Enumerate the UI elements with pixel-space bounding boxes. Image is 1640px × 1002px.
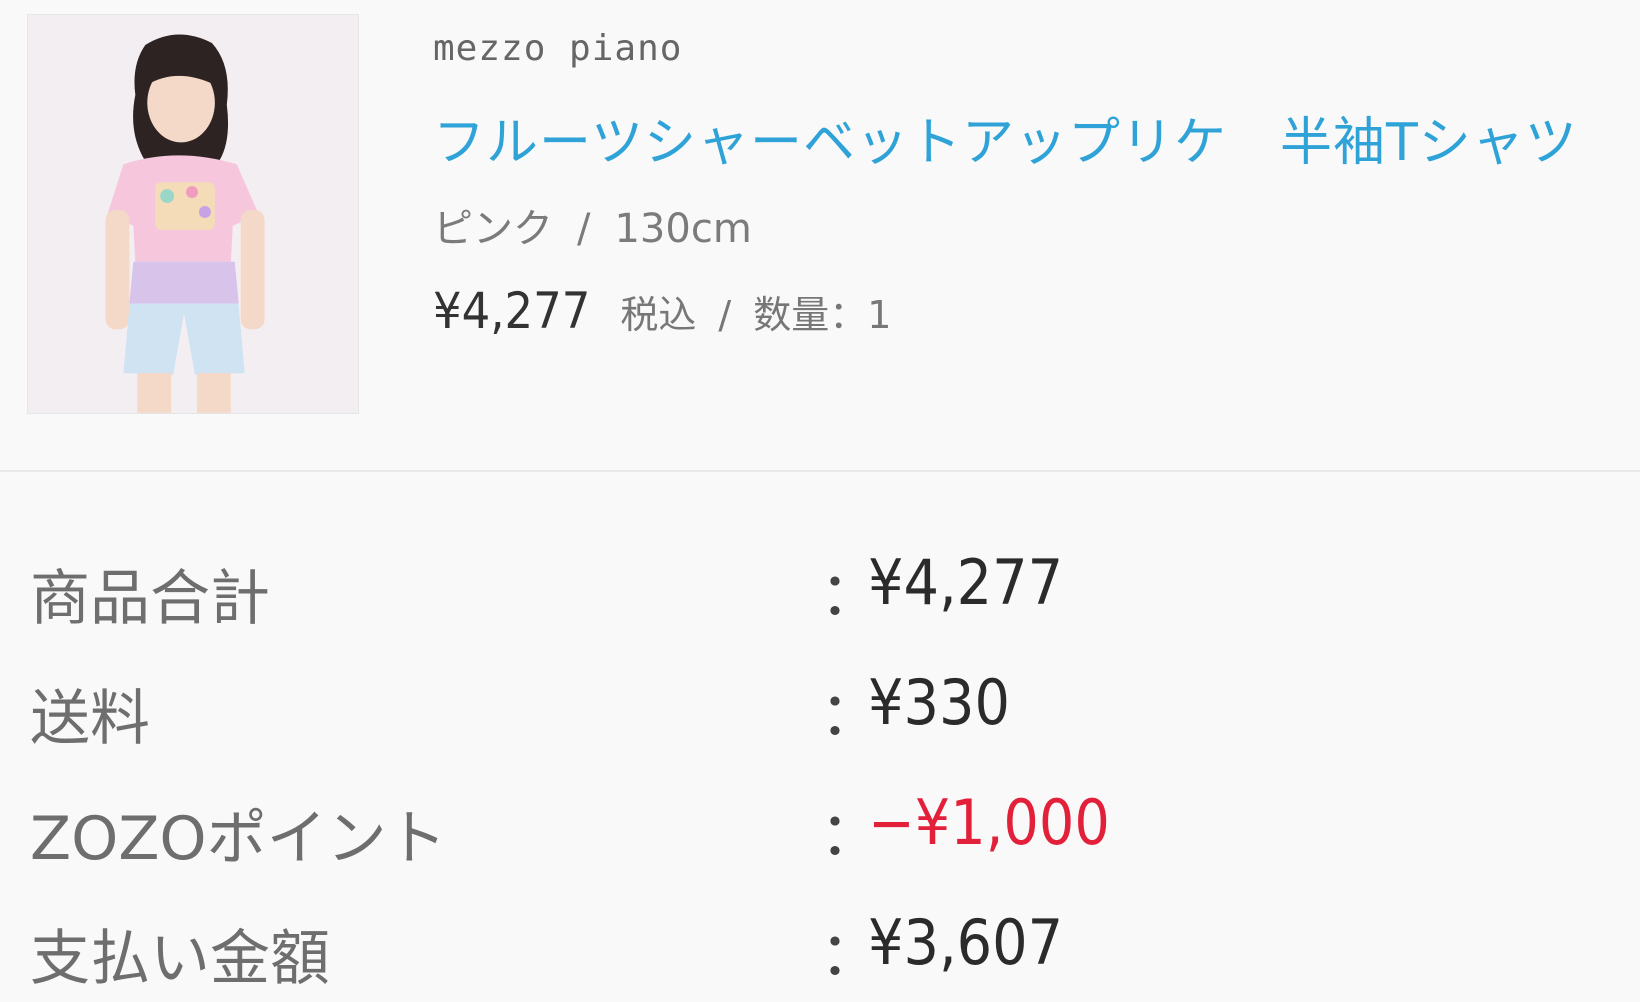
product-item: mezzo piano フルーツシャーベットアップリケ 半袖Tシャツ ピンク / 1… [0,0,1640,470]
points-label: ZOZOポイント [30,804,447,874]
brand-name[interactable]: mezzo piano [433,28,682,69]
summary-row-points: ZOZOポイント ： −¥1,000 [0,780,1640,900]
points-discount-value: −¥1,000 [868,786,1110,859]
summary-row-shipping: 送料 ： ¥330 [0,660,1640,780]
product-title-link[interactable]: フルーツシャーベットアップリケ 半袖Tシャツ [433,100,1633,175]
price-meta-separator: / [718,293,732,337]
quantity-label: 数量：1 [753,293,892,337]
subtotal-value: ¥4,277 [868,546,1064,619]
variant-separator: / [577,206,591,252]
section-divider [0,470,1640,472]
price-line: ¥4,277 税込 / 数量：1 [433,282,891,340]
product-photo-illustration [28,15,358,413]
summary-row-total: 支払い金額 ： ¥3,607 [0,900,1640,1002]
payment-summary: 商品合計 ： ¥4,277 送料 ： ¥330 ZOZOポイント ： −¥1,0… [0,540,1640,1002]
variant-color: ピンク [433,206,553,252]
product-image[interactable] [27,14,359,414]
variant-size: 130cm [614,206,752,252]
total-value: ¥3,607 [868,906,1064,979]
shipping-value: ¥330 [868,666,1010,739]
product-variant: ピンク / 130cm [433,196,752,254]
tax-label: 税込 [620,293,697,337]
total-label: 支払い金額 [30,924,330,994]
subtotal-label: 商品合計 [30,564,270,634]
price-meta: 税込 / 数量：1 [620,293,891,337]
order-summary-page: mezzo piano フルーツシャーベットアップリケ 半袖Tシャツ ピンク / 1… [0,0,1640,1002]
summary-row-subtotal: 商品合計 ： ¥4,277 [0,540,1640,660]
product-price: ¥4,277 [433,282,591,340]
shipping-label: 送料 [30,684,150,754]
